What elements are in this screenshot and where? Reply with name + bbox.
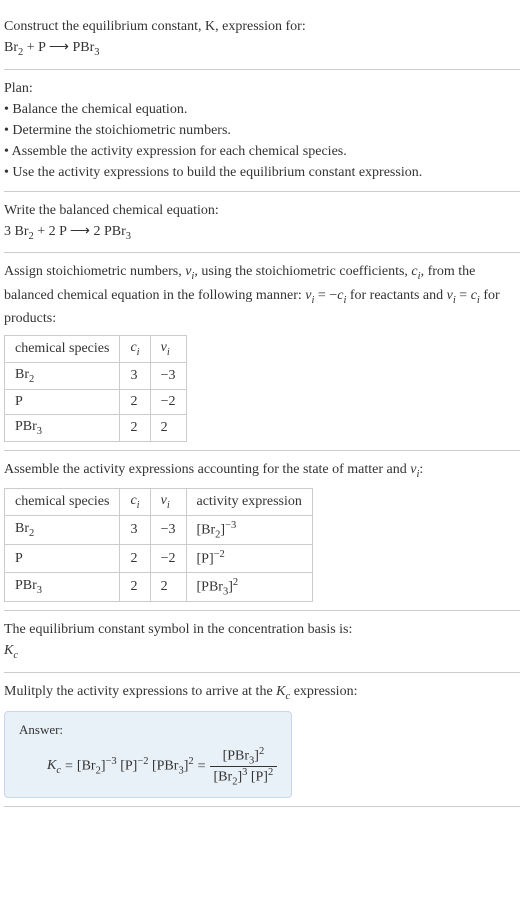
cell: −3 — [150, 362, 186, 389]
table-row: P 2 −2 [P]−2 — [5, 545, 313, 573]
cell: [P]−2 — [186, 545, 312, 573]
table-row: PBr3 2 2 [PBr3]2 — [5, 573, 313, 602]
cell: −3 — [150, 515, 186, 544]
text: Construct the equilibrium constant, K, e… — [4, 19, 306, 34]
cell: 2 — [120, 414, 150, 441]
symbol: Kc — [4, 640, 520, 664]
text: : — [419, 462, 423, 477]
cell: PBr3 — [5, 414, 120, 441]
stoich-table: chemical species ci νi Br2 3 −3 P 2 −2 P… — [4, 335, 187, 441]
balanced-section: Write the balanced chemical equation: 3 … — [4, 192, 520, 254]
answer-section: Mulitply the activity expressions to arr… — [4, 673, 520, 807]
col-header: νi — [150, 336, 186, 363]
answer-box: Answer: Kc = [Br2]−3 [P]−2 [PBr3]2 = [PB… — [4, 711, 292, 799]
cell: 2 — [150, 573, 186, 602]
symbol-section: The equilibrium constant symbol in the c… — [4, 611, 520, 673]
plan-bullet: • Use the activity expressions to build … — [4, 162, 520, 183]
cell: P — [5, 389, 120, 414]
cell: [Br2]−3 — [186, 515, 312, 544]
plan-section: Plan: • Balance the chemical equation. •… — [4, 70, 520, 192]
prompt-text: Construct the equilibrium constant, K, e… — [4, 16, 520, 37]
section-text: Assign stoichiometric numbers, νi, using… — [4, 261, 520, 329]
cell: 2 — [120, 573, 150, 602]
text: Mulitply the activity expressions to arr… — [4, 684, 276, 699]
plan-title: Plan: — [4, 78, 520, 99]
table-row: P 2 −2 — [5, 389, 187, 414]
cell: −2 — [150, 545, 186, 573]
section-text: Write the balanced chemical equation: — [4, 200, 520, 221]
activity-table: chemical species ci νi activity expressi… — [4, 488, 313, 602]
cell: P — [5, 545, 120, 573]
col-header: activity expression — [186, 489, 312, 516]
text: , using the stoichiometric coefficients, — [194, 264, 411, 279]
prompt-equation: Br2 + P ⟶ PBr3 — [4, 37, 520, 61]
section-text: Assemble the activity expressions accoun… — [4, 459, 520, 483]
table-row: chemical species ci νi activity expressi… — [5, 489, 313, 516]
table-row: Br2 3 −3 [Br2]−3 — [5, 515, 313, 544]
cell: Br2 — [5, 362, 120, 389]
stoich-section: Assign stoichiometric numbers, νi , using… — [4, 253, 520, 450]
prompt-section: Construct the equilibrium constant, K, e… — [4, 8, 520, 70]
activity-section: Assemble the activity expressions accoun… — [4, 451, 520, 612]
plan-bullet: • Determine the stoichiometric numbers. — [4, 120, 520, 141]
answer-equation: Kc = [Br2]−3 [P]−2 [PBr3]2 = [PBr3]2 [Br… — [47, 746, 277, 788]
cell: [PBr3]2 — [186, 573, 312, 602]
balanced-equation: 3 Br2 + 2 P ⟶ 2 PBr3 — [4, 221, 520, 245]
col-header: νi — [150, 489, 186, 516]
cell: Br2 — [5, 515, 120, 544]
text: for reactants and — [346, 288, 446, 303]
table-row: PBr3 2 2 — [5, 414, 187, 441]
text: Assemble the activity expressions accoun… — [4, 462, 410, 477]
col-header: chemical species — [5, 336, 120, 363]
cell: 2 — [120, 389, 150, 414]
section-text: The equilibrium constant symbol in the c… — [4, 619, 520, 640]
text: expression: — [290, 684, 357, 699]
cell: PBr3 — [5, 573, 120, 602]
cell: 3 — [120, 362, 150, 389]
cell: 3 — [120, 515, 150, 544]
col-header: chemical species — [5, 489, 120, 516]
table-row: Br2 3 −3 — [5, 362, 187, 389]
answer-label: Answer: — [19, 722, 277, 738]
plan-bullet: • Assemble the activity expression for e… — [4, 141, 520, 162]
table-row: chemical species ci νi — [5, 336, 187, 363]
col-header: ci — [120, 489, 150, 516]
cell: 2 — [120, 545, 150, 573]
cell: 2 — [150, 414, 186, 441]
text: Assign stoichiometric numbers, — [4, 264, 185, 279]
cell: −2 — [150, 389, 186, 414]
plan-bullet: • Balance the chemical equation. — [4, 99, 520, 120]
col-header: ci — [120, 336, 150, 363]
section-text: Mulitply the activity expressions to arr… — [4, 681, 520, 705]
